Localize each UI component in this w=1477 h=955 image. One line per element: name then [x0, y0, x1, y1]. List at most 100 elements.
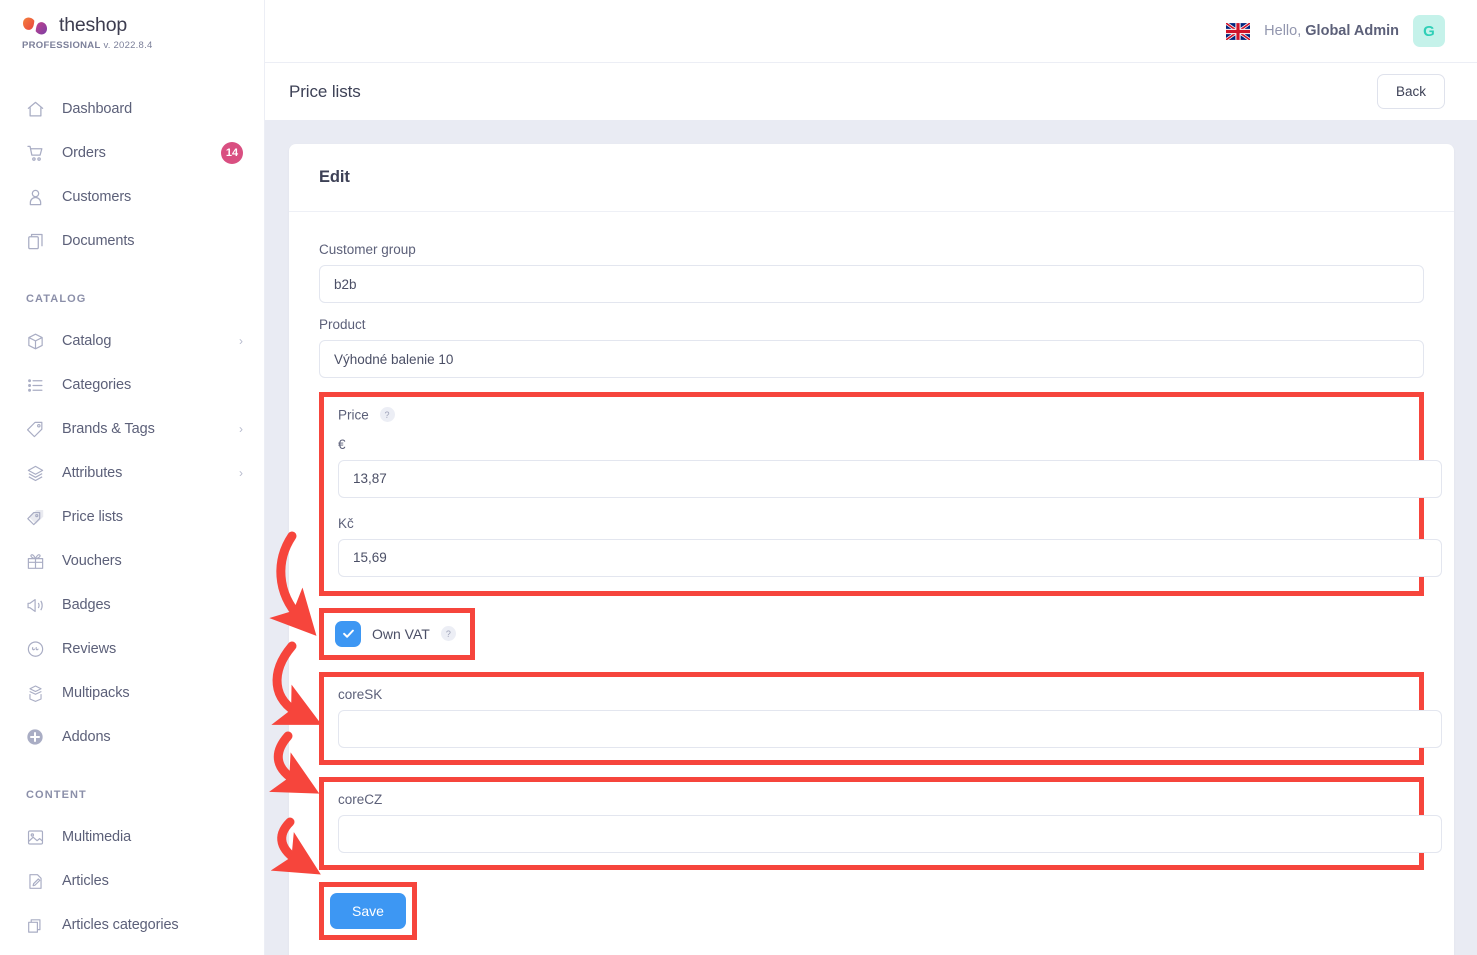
sidebar-item-label: Addons [62, 729, 111, 745]
sidebar-item-customers[interactable]: Customers [0, 175, 265, 219]
home-icon [24, 98, 46, 120]
price-czk-field: Kč [338, 516, 1442, 577]
card-body: Customer group Product Price ? [289, 212, 1454, 955]
own-vat-help-icon[interactable]: ? [440, 626, 456, 641]
sidebar-item-label: Reviews [62, 641, 117, 657]
brand-version-line: PROFESSIONAL v. 2022.8.4 [22, 40, 265, 51]
user-name: Global Admin [1305, 23, 1399, 39]
sidebar-item-label: Attributes [62, 465, 123, 481]
back-button[interactable]: Back [1376, 74, 1445, 109]
sidebar-item-badges[interactable]: Badges [0, 583, 265, 627]
brand-name: theshop [59, 14, 127, 36]
sidebar-item-label: Catalog [62, 333, 112, 349]
sidebar-item-label: Articles [62, 873, 109, 889]
card-title: Edit [319, 168, 350, 186]
uk-flag-icon[interactable] [1225, 21, 1252, 41]
theshop-logo-icon [22, 15, 52, 37]
save-button[interactable]: Save [330, 892, 406, 929]
core-sk-highlight-box: coreSK [319, 671, 1442, 765]
sidebar-item-addons[interactable]: Addons [0, 715, 265, 759]
sidebar-item-label: Dashboard [62, 101, 133, 117]
product-field: Product [319, 317, 1424, 378]
top-bar: Hello, Global Admin G [265, 0, 1477, 62]
price-eur-field: € [338, 437, 1442, 498]
core-cz-input[interactable] [338, 814, 1442, 853]
sidebar-item-vouchers[interactable]: Vouchers [0, 539, 265, 583]
chevron-right-icon: › [239, 422, 243, 436]
box-icon [24, 330, 46, 352]
megaphone-icon [24, 594, 46, 616]
product-label: Product [319, 317, 366, 332]
brand-logo[interactable]: theshop PROFESSIONAL v. 2022.8.4 [0, 0, 265, 51]
orders-count-badge: 14 [221, 142, 243, 164]
own-vat-label: Own VAT [372, 625, 430, 642]
user-icon [24, 186, 46, 208]
card-header: Edit [289, 144, 1454, 212]
sidebar-item-brands-tags[interactable]: Brands & Tags › [0, 407, 265, 451]
sidebar-item-label: Multipacks [62, 685, 130, 701]
sidebar-item-label: Brands & Tags [62, 421, 155, 437]
own-vat-highlight-box: Own VAT ? [319, 607, 475, 660]
price-help-icon[interactable]: ? [379, 407, 395, 422]
sidebar-item-multipacks[interactable]: Multipacks [0, 671, 265, 715]
content-area: Edit Customer group Product [265, 120, 1477, 955]
customer-group-label: Customer group [319, 242, 416, 257]
list-icon [24, 374, 46, 396]
sidebar: theshop PROFESSIONAL v. 2022.8.4 Dashboa… [0, 0, 265, 955]
sidebar-section-content: CONTENT [26, 789, 87, 801]
product-input[interactable] [319, 340, 1424, 378]
sidebar-item-dashboard[interactable]: Dashboard [0, 87, 265, 131]
article-categories-icon [24, 914, 46, 936]
tag-icon [24, 418, 46, 440]
sidebar-item-articles[interactable]: Articles [0, 859, 265, 903]
sidebar-item-label: Vouchers [62, 553, 122, 569]
sidebar-item-catalog[interactable]: Catalog › [0, 319, 265, 363]
chevron-right-icon: › [239, 334, 243, 348]
core-sk-input[interactable] [338, 709, 1442, 748]
sidebar-nav: Dashboard Orders 14 Customers Documents … [0, 87, 265, 947]
price-group-label: Price ? [338, 407, 1442, 423]
sidebar-item-multimedia[interactable]: Multimedia [0, 815, 265, 859]
brand-version: v. 2022.8.4 [103, 40, 153, 51]
sidebar-item-articles-categories[interactable]: Articles categories [0, 903, 265, 947]
article-icon [24, 870, 46, 892]
sidebar-item-reviews[interactable]: Reviews [0, 627, 265, 671]
sidebar-item-attributes[interactable]: Attributes › [0, 451, 265, 495]
sidebar-item-price-lists[interactable]: Price lists [0, 495, 265, 539]
sidebar-section-catalog: CATALOG [26, 293, 87, 305]
brand-edition: PROFESSIONAL [22, 40, 101, 51]
page-bar: Price lists Back [265, 62, 1477, 120]
image-icon [24, 826, 46, 848]
greeting-prefix: Hello, [1264, 23, 1302, 39]
sidebar-item-orders[interactable]: Orders 14 [0, 131, 265, 175]
main-area: Hello, Global Admin G Price lists Back E… [265, 0, 1477, 955]
greeting-text: Hello, Global Admin [1264, 23, 1399, 39]
price-tag-icon [24, 506, 46, 528]
sidebar-item-label: Documents [62, 233, 135, 249]
multipack-icon [24, 682, 46, 704]
own-vat-checkbox[interactable] [335, 620, 361, 647]
sidebar-item-label: Price lists [62, 509, 123, 525]
avatar[interactable]: G [1413, 15, 1445, 47]
sidebar-item-label: Articles categories [62, 917, 179, 933]
price-eur-input[interactable] [338, 459, 1442, 498]
sidebar-item-categories[interactable]: Categories [0, 363, 265, 407]
core-cz-highlight-box: coreCZ [319, 776, 1442, 870]
gift-icon [24, 550, 46, 572]
page-title: Price lists [289, 81, 361, 101]
price-czk-label: Kč [338, 515, 354, 531]
price-highlight-box: Price ? € Kč [319, 392, 1442, 596]
comment-icon [24, 638, 46, 660]
price-label-text: Price [338, 407, 369, 423]
save-highlight-box: Save [319, 881, 417, 940]
plus-circle-icon [24, 726, 46, 748]
edit-card: Edit Customer group Product [289, 144, 1454, 955]
sidebar-item-label: Multimedia [62, 829, 132, 845]
layers-icon [24, 462, 46, 484]
customer-group-input[interactable] [319, 265, 1424, 303]
sidebar-item-label: Orders [62, 145, 106, 161]
price-czk-input[interactable] [338, 538, 1442, 577]
core-cz-label: coreCZ [338, 791, 383, 807]
sidebar-item-label: Badges [62, 597, 111, 613]
sidebar-item-documents[interactable]: Documents [0, 219, 265, 263]
